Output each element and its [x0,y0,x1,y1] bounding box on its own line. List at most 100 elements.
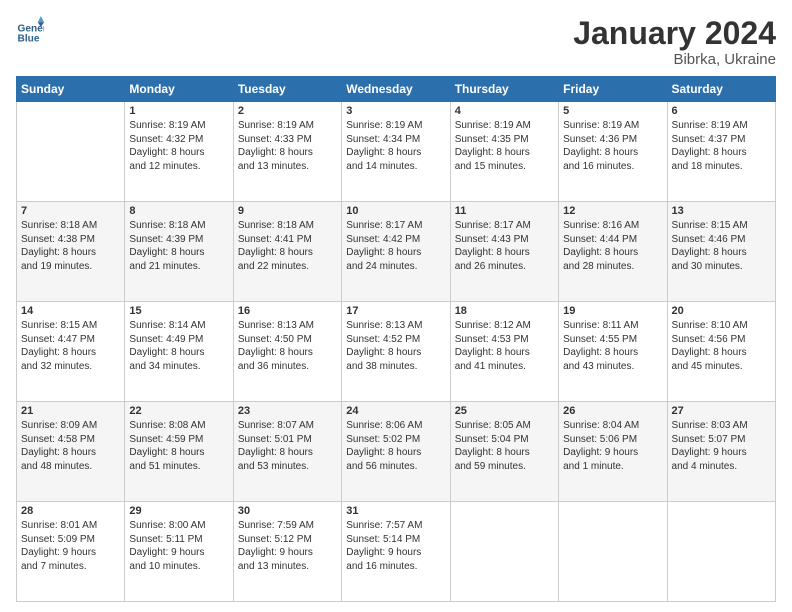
calendar-cell: 19 Sunrise: 8:11 AM Sunset: 4:55 PM Dayli… [559,302,667,402]
day-number: 24 [346,405,445,417]
day-header-thursday: Thursday [450,77,558,102]
cell-content: Sunrise: 8:18 AM Sunset: 4:39 PM Dayligh… [129,219,228,273]
calendar-cell: 9Sunrise: 8:18 AM Sunset: 4:41 PM Daylig… [233,202,341,302]
calendar-cell: 23 Sunrise: 8:07 AM Sunset: 5:01 PM Dayli… [233,402,341,502]
cell-content: Sunrise: 8:04 AM Sunset: 5:06 PM Dayligh… [563,419,662,473]
cell-content: Sunrise: 8:08 AM Sunset: 4:59 PM Dayligh… [129,419,228,473]
cell-content: Sunrise: 8:11 AM Sunset: 4:55 PM Dayligh… [563,319,662,373]
cell-content: Sunrise: 8:03 AM Sunset: 5:07 PM Dayligh… [672,419,771,473]
logo-icon: General Blue [16,16,44,44]
day-number: 12 [563,205,662,217]
calendar-cell: 10Sunrise: 8:17 AM Sunset: 4:42 PM Dayli… [342,202,450,302]
calendar-cell: 27 Sunrise: 8:03 AM Sunset: 5:07 PM Dayli… [667,402,775,502]
day-header-sunday: Sunday [17,77,125,102]
day-number: 2 [238,105,337,117]
day-number: 27 [672,405,771,417]
day-number: 25 [455,405,554,417]
calendar-cell: 21 Sunrise: 8:09 AM Sunset: 4:58 PM Dayli… [17,402,125,502]
cell-content: Sunrise: 8:16 AM Sunset: 4:44 PM Dayligh… [563,219,662,273]
calendar-cell: 18 Sunrise: 8:12 AM Sunset: 4:53 PM Dayli… [450,302,558,402]
day-number: 4 [455,105,554,117]
svg-text:Blue: Blue [18,34,40,44]
cell-content: Sunrise: 7:57 AM Sunset: 5:14 PM Dayligh… [346,519,445,573]
day-header-friday: Friday [559,77,667,102]
calendar-cell: 4 Sunrise: 8:19 AM Sunset: 4:35 PM Daylig… [450,102,558,202]
calendar-cell: 31 Sunrise: 7:57 AM Sunset: 5:14 PM Dayli… [342,502,450,602]
cell-content: Sunrise: 8:00 AM Sunset: 5:11 PM Dayligh… [129,519,228,573]
day-number: 28 [21,505,120,517]
calendar-cell: 5 Sunrise: 8:19 AM Sunset: 4:36 PM Daylig… [559,102,667,202]
calendar-cell [450,502,558,602]
calendar-cell: 24 Sunrise: 8:06 AM Sunset: 5:02 PM Dayli… [342,402,450,502]
cell-content: Sunrise: 8:14 AM Sunset: 4:49 PM Dayligh… [129,319,228,373]
calendar-cell: 11 Sunrise: 8:17 AM Sunset: 4:43 PM Dayli… [450,202,558,302]
calendar-cell: 8 Sunrise: 8:18 AM Sunset: 4:39 PM Daylig… [125,202,233,302]
calendar-cell: 7Sunrise: 8:18 AM Sunset: 4:38 PM Daylig… [17,202,125,302]
cell-content: Sunrise: 8:19 AM Sunset: 4:35 PM Dayligh… [455,119,554,173]
day-number: 18 [455,305,554,317]
day-number: 1 [129,105,228,117]
calendar-cell: 2Sunrise: 8:19 AM Sunset: 4:33 PM Daylig… [233,102,341,202]
cell-content: Sunrise: 8:19 AM Sunset: 4:37 PM Dayligh… [672,119,771,173]
cell-content: Sunrise: 8:09 AM Sunset: 4:58 PM Dayligh… [21,419,120,473]
cell-content: Sunrise: 8:19 AM Sunset: 4:32 PM Dayligh… [129,119,228,173]
day-number: 22 [129,405,228,417]
day-number: 11 [455,205,554,217]
calendar-cell: 17Sunrise: 8:13 AM Sunset: 4:52 PM Dayli… [342,302,450,402]
cell-content: Sunrise: 8:06 AM Sunset: 5:02 PM Dayligh… [346,419,445,473]
day-number: 19 [563,305,662,317]
day-number: 30 [238,505,337,517]
cell-content: Sunrise: 8:17 AM Sunset: 4:42 PM Dayligh… [346,219,445,273]
week-row-4: 28 Sunrise: 8:01 AM Sunset: 5:09 PM Dayli… [17,502,776,602]
page: General Blue January 2024 Bibrka, Ukrain… [0,0,792,612]
calendar-cell: 1 Sunrise: 8:19 AM Sunset: 4:32 PM Daylig… [125,102,233,202]
header: General Blue January 2024 Bibrka, Ukrain… [16,16,776,68]
cell-content: Sunrise: 8:17 AM Sunset: 4:43 PM Dayligh… [455,219,554,273]
cell-content: Sunrise: 8:19 AM Sunset: 4:34 PM Dayligh… [346,119,445,173]
day-number: 29 [129,505,228,517]
calendar-cell: 26 Sunrise: 8:04 AM Sunset: 5:06 PM Dayli… [559,402,667,502]
day-number: 13 [672,205,771,217]
day-number: 8 [129,205,228,217]
day-number: 15 [129,305,228,317]
cell-content: Sunrise: 8:07 AM Sunset: 5:01 PM Dayligh… [238,419,337,473]
day-number: 16 [238,305,337,317]
cell-content: Sunrise: 8:15 AM Sunset: 4:47 PM Dayligh… [21,319,120,373]
cell-content: Sunrise: 8:15 AM Sunset: 4:46 PM Dayligh… [672,219,771,273]
calendar-cell: 15 Sunrise: 8:14 AM Sunset: 4:49 PM Dayli… [125,302,233,402]
day-number: 14 [21,305,120,317]
calendar-cell: 22 Sunrise: 8:08 AM Sunset: 4:59 PM Dayli… [125,402,233,502]
calendar-cell: 14 Sunrise: 8:15 AM Sunset: 4:47 PM Dayli… [17,302,125,402]
calendar-cell [17,102,125,202]
day-number: 26 [563,405,662,417]
day-header-wednesday: Wednesday [342,77,450,102]
logo: General Blue [16,16,44,44]
cell-content: Sunrise: 8:01 AM Sunset: 5:09 PM Dayligh… [21,519,120,573]
day-number: 21 [21,405,120,417]
calendar-cell: 28 Sunrise: 8:01 AM Sunset: 5:09 PM Dayli… [17,502,125,602]
calendar-cell: 20Sunrise: 8:10 AM Sunset: 4:56 PM Dayli… [667,302,775,402]
day-number: 31 [346,505,445,517]
cell-content: Sunrise: 8:12 AM Sunset: 4:53 PM Dayligh… [455,319,554,373]
day-header-tuesday: Tuesday [233,77,341,102]
calendar-cell: 3 Sunrise: 8:19 AM Sunset: 4:34 PM Daylig… [342,102,450,202]
day-number: 6 [672,105,771,117]
page-subtitle: Bibrka, Ukraine [573,51,776,68]
cell-content: Sunrise: 8:19 AM Sunset: 4:36 PM Dayligh… [563,119,662,173]
calendar-cell [667,502,775,602]
calendar-table: SundayMondayTuesdayWednesdayThursdayFrid… [16,76,776,602]
day-number: 20 [672,305,771,317]
day-number: 5 [563,105,662,117]
title-block: January 2024 Bibrka, Ukraine [573,16,776,68]
calendar-cell: 16 Sunrise: 8:13 AM Sunset: 4:50 PM Dayli… [233,302,341,402]
cell-content: Sunrise: 8:18 AM Sunset: 4:38 PM Dayligh… [21,219,120,273]
week-row-0: 1 Sunrise: 8:19 AM Sunset: 4:32 PM Daylig… [17,102,776,202]
day-number: 3 [346,105,445,117]
calendar-cell: 25Sunrise: 8:05 AM Sunset: 5:04 PM Dayli… [450,402,558,502]
day-number: 9 [238,205,337,217]
day-number: 23 [238,405,337,417]
calendar-cell: 13 Sunrise: 8:15 AM Sunset: 4:46 PM Dayli… [667,202,775,302]
week-row-1: 7Sunrise: 8:18 AM Sunset: 4:38 PM Daylig… [17,202,776,302]
cell-content: Sunrise: 7:59 AM Sunset: 5:12 PM Dayligh… [238,519,337,573]
cell-content: Sunrise: 8:13 AM Sunset: 4:50 PM Dayligh… [238,319,337,373]
